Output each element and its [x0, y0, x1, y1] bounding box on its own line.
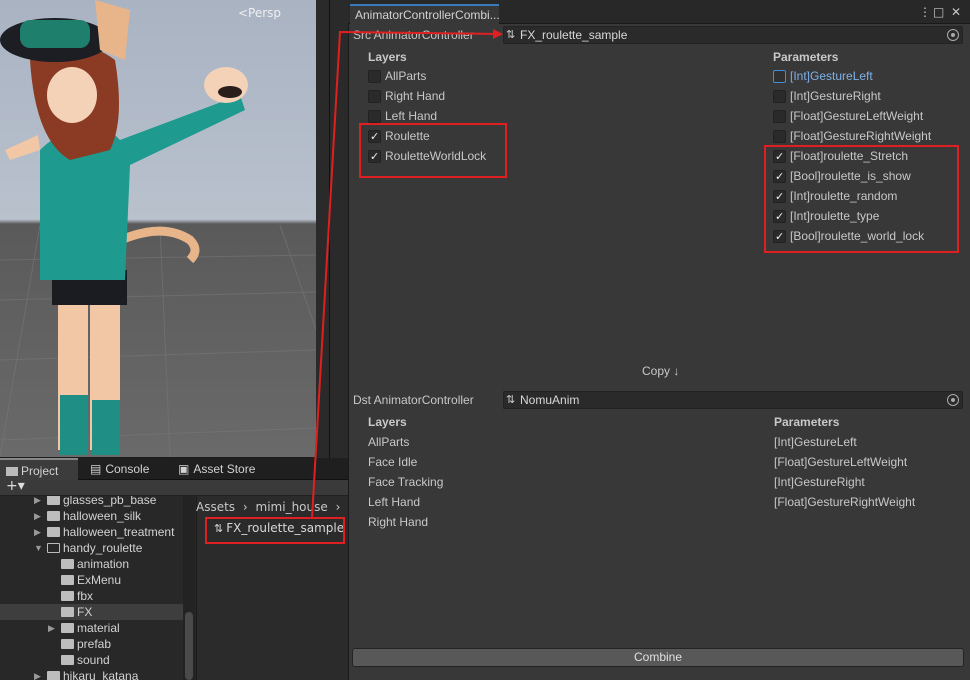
- annotation-arrow: [311, 29, 503, 519]
